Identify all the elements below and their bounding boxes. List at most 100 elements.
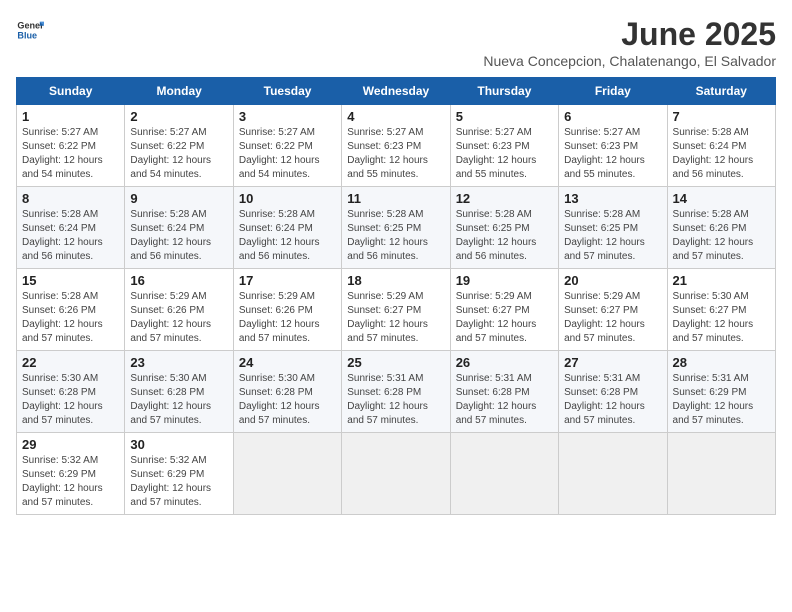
month-title: June 2025	[483, 16, 776, 53]
day-number: 1	[22, 109, 119, 124]
day-info: Sunrise: 5:31 AM Sunset: 6:28 PM Dayligh…	[456, 372, 553, 428]
logo-icon: General Blue	[16, 16, 44, 44]
calendar-week-row: 15 Sunrise: 5:28 AM Sunset: 6:26 PM Dayl…	[17, 269, 776, 351]
day-number: 7	[673, 109, 770, 124]
table-row: 9 Sunrise: 5:28 AM Sunset: 6:24 PM Dayli…	[125, 187, 233, 269]
header-tuesday: Tuesday	[233, 78, 341, 105]
page-header: General Blue June 2025 Nueva Concepcion,…	[16, 16, 776, 69]
table-row: 25 Sunrise: 5:31 AM Sunset: 6:28 PM Dayl…	[342, 351, 450, 433]
day-info: Sunrise: 5:32 AM Sunset: 6:29 PM Dayligh…	[22, 454, 119, 510]
table-row: 20 Sunrise: 5:29 AM Sunset: 6:27 PM Dayl…	[559, 269, 667, 351]
day-number: 10	[239, 191, 336, 206]
table-row	[342, 433, 450, 515]
calendar-week-row: 1 Sunrise: 5:27 AM Sunset: 6:22 PM Dayli…	[17, 105, 776, 187]
table-row: 28 Sunrise: 5:31 AM Sunset: 6:29 PM Dayl…	[667, 351, 775, 433]
day-number: 25	[347, 355, 444, 370]
table-row: 11 Sunrise: 5:28 AM Sunset: 6:25 PM Dayl…	[342, 187, 450, 269]
day-info: Sunrise: 5:31 AM Sunset: 6:28 PM Dayligh…	[347, 372, 444, 428]
day-number: 2	[130, 109, 227, 124]
day-info: Sunrise: 5:31 AM Sunset: 6:29 PM Dayligh…	[673, 372, 770, 428]
day-info: Sunrise: 5:29 AM Sunset: 6:27 PM Dayligh…	[456, 290, 553, 346]
day-number: 16	[130, 273, 227, 288]
day-info: Sunrise: 5:27 AM Sunset: 6:23 PM Dayligh…	[347, 126, 444, 182]
day-number: 24	[239, 355, 336, 370]
table-row: 27 Sunrise: 5:31 AM Sunset: 6:28 PM Dayl…	[559, 351, 667, 433]
table-row: 26 Sunrise: 5:31 AM Sunset: 6:28 PM Dayl…	[450, 351, 558, 433]
table-row: 10 Sunrise: 5:28 AM Sunset: 6:24 PM Dayl…	[233, 187, 341, 269]
day-info: Sunrise: 5:28 AM Sunset: 6:24 PM Dayligh…	[130, 208, 227, 264]
day-info: Sunrise: 5:32 AM Sunset: 6:29 PM Dayligh…	[130, 454, 227, 510]
day-info: Sunrise: 5:27 AM Sunset: 6:22 PM Dayligh…	[130, 126, 227, 182]
day-number: 20	[564, 273, 661, 288]
table-row: 8 Sunrise: 5:28 AM Sunset: 6:24 PM Dayli…	[17, 187, 125, 269]
table-row: 3 Sunrise: 5:27 AM Sunset: 6:22 PM Dayli…	[233, 105, 341, 187]
day-number: 3	[239, 109, 336, 124]
day-info: Sunrise: 5:28 AM Sunset: 6:24 PM Dayligh…	[673, 126, 770, 182]
table-row: 4 Sunrise: 5:27 AM Sunset: 6:23 PM Dayli…	[342, 105, 450, 187]
day-info: Sunrise: 5:29 AM Sunset: 6:26 PM Dayligh…	[130, 290, 227, 346]
day-info: Sunrise: 5:29 AM Sunset: 6:26 PM Dayligh…	[239, 290, 336, 346]
header-wednesday: Wednesday	[342, 78, 450, 105]
header-friday: Friday	[559, 78, 667, 105]
day-info: Sunrise: 5:27 AM Sunset: 6:22 PM Dayligh…	[239, 126, 336, 182]
table-row: 15 Sunrise: 5:28 AM Sunset: 6:26 PM Dayl…	[17, 269, 125, 351]
day-info: Sunrise: 5:30 AM Sunset: 6:27 PM Dayligh…	[673, 290, 770, 346]
day-number: 22	[22, 355, 119, 370]
day-number: 14	[673, 191, 770, 206]
header-monday: Monday	[125, 78, 233, 105]
day-info: Sunrise: 5:28 AM Sunset: 6:26 PM Dayligh…	[673, 208, 770, 264]
day-number: 11	[347, 191, 444, 206]
table-row	[233, 433, 341, 515]
day-info: Sunrise: 5:29 AM Sunset: 6:27 PM Dayligh…	[347, 290, 444, 346]
header-saturday: Saturday	[667, 78, 775, 105]
table-row: 12 Sunrise: 5:28 AM Sunset: 6:25 PM Dayl…	[450, 187, 558, 269]
day-number: 30	[130, 437, 227, 452]
day-number: 21	[673, 273, 770, 288]
table-row: 2 Sunrise: 5:27 AM Sunset: 6:22 PM Dayli…	[125, 105, 233, 187]
day-number: 5	[456, 109, 553, 124]
table-row: 23 Sunrise: 5:30 AM Sunset: 6:28 PM Dayl…	[125, 351, 233, 433]
day-number: 12	[456, 191, 553, 206]
calendar-table: Sunday Monday Tuesday Wednesday Thursday…	[16, 77, 776, 515]
day-number: 6	[564, 109, 661, 124]
day-number: 18	[347, 273, 444, 288]
table-row: 14 Sunrise: 5:28 AM Sunset: 6:26 PM Dayl…	[667, 187, 775, 269]
day-info: Sunrise: 5:27 AM Sunset: 6:22 PM Dayligh…	[22, 126, 119, 182]
day-info: Sunrise: 5:30 AM Sunset: 6:28 PM Dayligh…	[239, 372, 336, 428]
table-row: 19 Sunrise: 5:29 AM Sunset: 6:27 PM Dayl…	[450, 269, 558, 351]
day-number: 28	[673, 355, 770, 370]
header-sunday: Sunday	[17, 78, 125, 105]
calendar-week-row: 8 Sunrise: 5:28 AM Sunset: 6:24 PM Dayli…	[17, 187, 776, 269]
day-info: Sunrise: 5:28 AM Sunset: 6:25 PM Dayligh…	[347, 208, 444, 264]
table-row: 6 Sunrise: 5:27 AM Sunset: 6:23 PM Dayli…	[559, 105, 667, 187]
day-info: Sunrise: 5:30 AM Sunset: 6:28 PM Dayligh…	[130, 372, 227, 428]
day-info: Sunrise: 5:28 AM Sunset: 6:24 PM Dayligh…	[22, 208, 119, 264]
day-info: Sunrise: 5:28 AM Sunset: 6:24 PM Dayligh…	[239, 208, 336, 264]
table-row: 22 Sunrise: 5:30 AM Sunset: 6:28 PM Dayl…	[17, 351, 125, 433]
table-row	[667, 433, 775, 515]
logo: General Blue	[16, 16, 44, 44]
day-number: 27	[564, 355, 661, 370]
table-row: 1 Sunrise: 5:27 AM Sunset: 6:22 PM Dayli…	[17, 105, 125, 187]
table-row: 29 Sunrise: 5:32 AM Sunset: 6:29 PM Dayl…	[17, 433, 125, 515]
day-number: 29	[22, 437, 119, 452]
day-number: 9	[130, 191, 227, 206]
day-number: 4	[347, 109, 444, 124]
day-info: Sunrise: 5:29 AM Sunset: 6:27 PM Dayligh…	[564, 290, 661, 346]
title-section: June 2025 Nueva Concepcion, Chalatenango…	[483, 16, 776, 69]
header-thursday: Thursday	[450, 78, 558, 105]
day-info: Sunrise: 5:30 AM Sunset: 6:28 PM Dayligh…	[22, 372, 119, 428]
table-row: 13 Sunrise: 5:28 AM Sunset: 6:25 PM Dayl…	[559, 187, 667, 269]
table-row: 7 Sunrise: 5:28 AM Sunset: 6:24 PM Dayli…	[667, 105, 775, 187]
table-row	[559, 433, 667, 515]
table-row: 5 Sunrise: 5:27 AM Sunset: 6:23 PM Dayli…	[450, 105, 558, 187]
svg-text:Blue: Blue	[17, 30, 37, 40]
table-row: 17 Sunrise: 5:29 AM Sunset: 6:26 PM Dayl…	[233, 269, 341, 351]
day-info: Sunrise: 5:28 AM Sunset: 6:25 PM Dayligh…	[456, 208, 553, 264]
table-row: 18 Sunrise: 5:29 AM Sunset: 6:27 PM Dayl…	[342, 269, 450, 351]
location-subtitle: Nueva Concepcion, Chalatenango, El Salva…	[483, 53, 776, 69]
calendar-header-row: Sunday Monday Tuesday Wednesday Thursday…	[17, 78, 776, 105]
day-number: 19	[456, 273, 553, 288]
day-number: 26	[456, 355, 553, 370]
table-row: 30 Sunrise: 5:32 AM Sunset: 6:29 PM Dayl…	[125, 433, 233, 515]
